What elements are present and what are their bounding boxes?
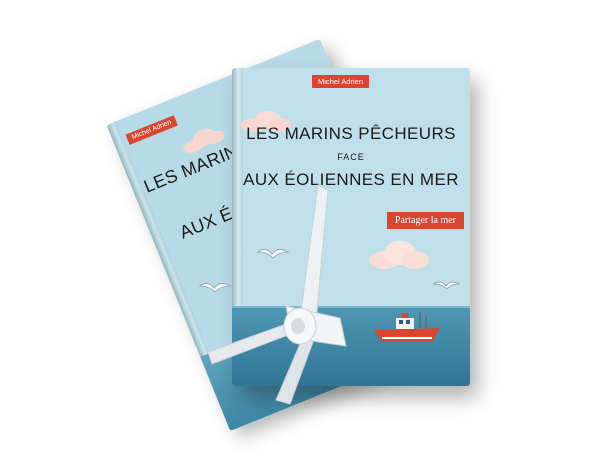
author-badge: Michel Adrien (312, 75, 370, 88)
front-book: Michel Adrien LES MARINS PÊCHEURS FACE A… (232, 68, 470, 386)
back-author-badge: Michel Adrien (125, 115, 178, 145)
subtitle-badge: Partager la mer (386, 212, 464, 229)
title-connector: FACE (337, 152, 365, 162)
title-line2: AUX ÉOLIENNES EN MER (243, 170, 459, 189)
fishing-boat-icon (374, 312, 440, 342)
title-line1: LES MARINS PÊCHEURS (246, 124, 456, 143)
front-book-cover: Michel Adrien LES MARINS PÊCHEURS FACE A… (232, 68, 470, 386)
cloud-icon (369, 241, 429, 269)
book-mockup-scene: Michel Adrien LES MARINS AUX ÉOLI Michel… (0, 0, 613, 462)
